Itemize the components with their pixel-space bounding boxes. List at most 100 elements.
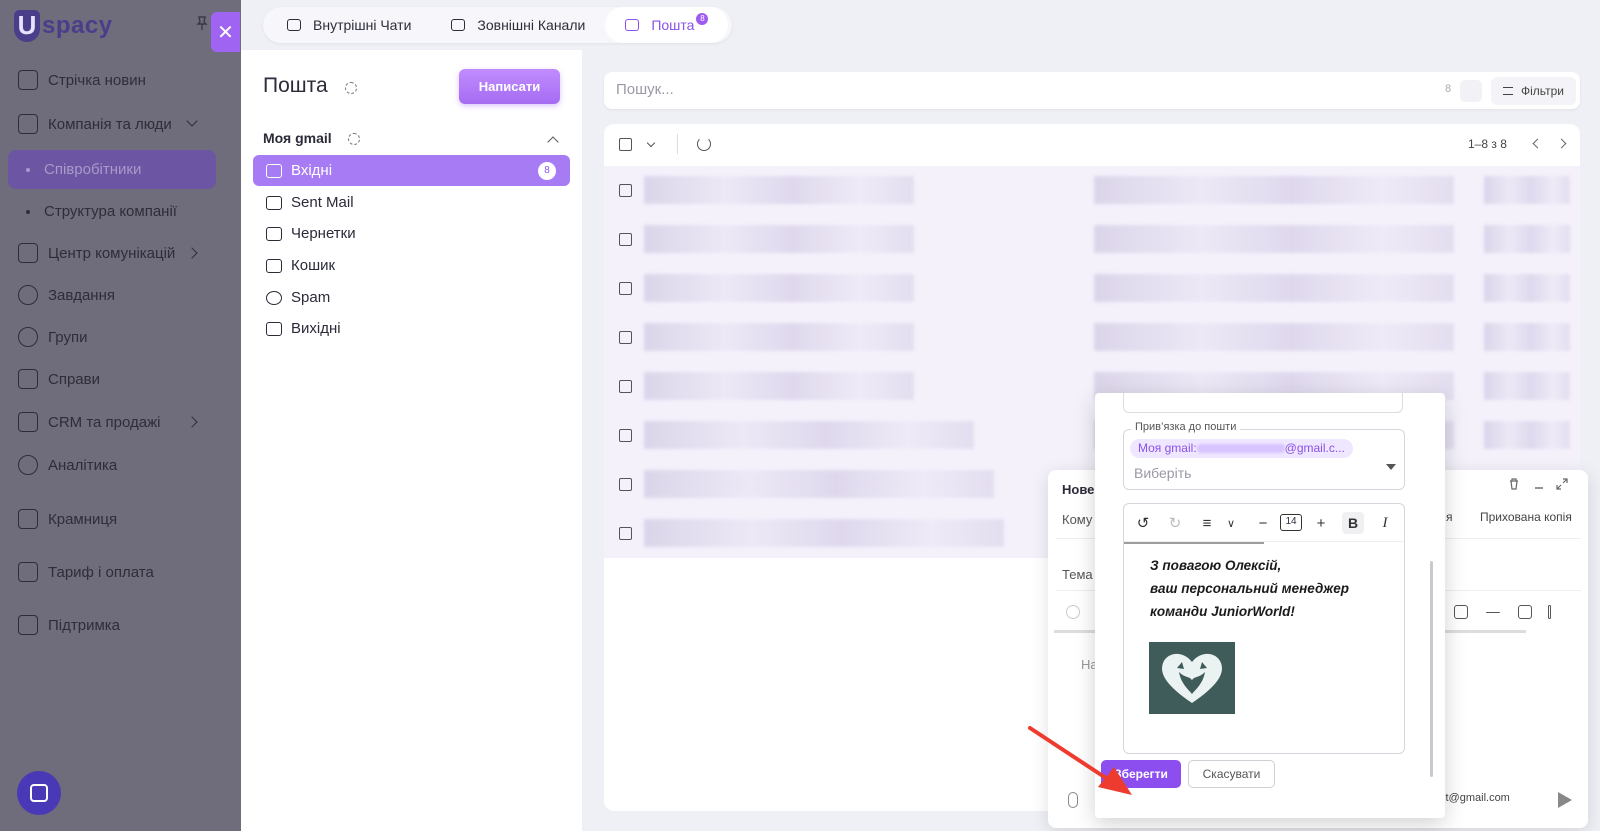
row-checkbox[interactable]	[619, 331, 632, 344]
row-checkbox[interactable]	[619, 380, 632, 393]
decrease-font-icon[interactable]: −	[1252, 512, 1274, 534]
signature-editor-modal: Моя gmail: @gmail.c... Виберіть Прив’язка…	[1095, 393, 1445, 818]
clear-format-icon[interactable]	[1518, 605, 1532, 619]
sidebar-item-tasks[interactable]: Завдання	[18, 283, 115, 307]
sidebar-item-support[interactable]: Підтримка	[18, 613, 120, 637]
send-icon[interactable]	[1558, 792, 1572, 808]
increase-font-icon[interactable]: +	[1310, 512, 1332, 534]
folder-spam[interactable]: Spam	[253, 282, 570, 313]
save-button[interactable]: Зберегти	[1101, 760, 1181, 788]
outbox-icon	[266, 321, 282, 336]
row-checkbox[interactable]	[619, 429, 632, 442]
binding-select-placeholder: Виберіть	[1134, 465, 1192, 481]
redacted-date	[1484, 274, 1570, 302]
refresh-icon[interactable]	[697, 137, 711, 151]
bold-icon[interactable]: B	[1342, 512, 1364, 534]
mail-row[interactable]	[604, 166, 1580, 215]
folder-inbox[interactable]: Вхідні 8	[253, 155, 570, 186]
sidebar-item-groups[interactable]: Групи	[18, 325, 87, 349]
row-checkbox[interactable]	[619, 233, 632, 246]
italic-icon[interactable]: I	[1374, 512, 1396, 534]
row-checkbox[interactable]	[619, 184, 632, 197]
tasks-icon	[18, 285, 38, 305]
folder-outbox[interactable]: Вихідні	[253, 313, 570, 344]
tab-external-channels[interactable]: Зовнішні Канали	[431, 7, 605, 43]
minimize-icon[interactable]	[1533, 478, 1545, 490]
mail-folders-panel: Пошта Написати Моя gmail Вхідні 8 Sent Ma…	[241, 50, 582, 831]
tab-mail[interactable]: Пошта 8	[605, 7, 729, 43]
row-checkbox[interactable]	[619, 527, 632, 540]
highlight-color-icon[interactable]	[1454, 605, 1468, 619]
bcc-link[interactable]: Прихована копія	[1480, 510, 1572, 524]
chevron-down-icon[interactable]: ∨	[1220, 512, 1242, 534]
redacted-sender	[644, 470, 994, 498]
account-settings-gear-icon[interactable]	[348, 133, 360, 145]
sender-select[interactable]: st@gmail.com	[1440, 792, 1510, 804]
sidebar-item-company[interactable]: Компанія та люди	[18, 112, 198, 136]
folder-sent[interactable]: Sent Mail	[253, 187, 570, 218]
support-chat-button[interactable]	[17, 771, 61, 815]
chevron-down-icon[interactable]	[646, 138, 656, 148]
filters-button[interactable]: Фільтри	[1491, 77, 1576, 105]
redacted-date	[1484, 323, 1570, 351]
attachment-icon[interactable]	[1068, 792, 1078, 808]
settings-gear-icon[interactable]	[345, 82, 357, 94]
app-logo[interactable]: U spacy	[14, 10, 113, 42]
chevron-left-icon[interactable]	[1532, 138, 1543, 149]
sidebar-item-store[interactable]: Крамниця	[18, 507, 117, 531]
folder-label: Кошик	[291, 257, 336, 274]
align-icon[interactable]: ≡	[1196, 512, 1218, 534]
recipient-label[interactable]: Кому	[1062, 512, 1092, 527]
mail-row[interactable]	[604, 264, 1580, 313]
compose-button[interactable]: Написати	[459, 69, 560, 104]
sidebar-item-billing[interactable]: Тариф і оплата	[18, 560, 154, 584]
undo-icon[interactable]	[1066, 605, 1080, 619]
mail-icon	[625, 19, 640, 31]
pin-icon[interactable]	[196, 16, 208, 30]
selected-mailbox-chip[interactable]: Моя gmail: @gmail.c...	[1130, 439, 1353, 458]
expand-icon[interactable]	[1556, 478, 1568, 490]
sidebar-item-structure[interactable]: Структура компанії	[8, 192, 216, 231]
sidebar-item-analytics[interactable]: Аналітика	[18, 453, 117, 477]
undo-icon[interactable]: ↺	[1132, 512, 1154, 534]
channel-tabs: Внутрішні Чати Зовнішні Канали Пошта 8	[263, 7, 733, 43]
subject-label[interactable]: Тема	[1062, 567, 1093, 582]
delete-draft-icon[interactable]	[1508, 478, 1520, 490]
modal-scrollbar[interactable]	[1430, 561, 1433, 777]
font-size-field[interactable]: 14	[1280, 514, 1302, 531]
sidebar-item-label: Стрічка новин	[48, 71, 146, 89]
sidebar-item-crm[interactable]: CRM та продажі	[18, 410, 198, 434]
mail-row[interactable]	[604, 215, 1580, 264]
sidebar-item-communications[interactable]: Центр комунікацій	[18, 241, 198, 265]
signature-logo-image[interactable]	[1149, 642, 1235, 714]
mail-row[interactable]	[604, 313, 1580, 362]
signature-rich-text-editor[interactable]: ↺ ↻ ≡ ∨ − 14 + B I З повагою Олексій, ва…	[1123, 503, 1405, 754]
support-icon	[18, 615, 38, 635]
sidebar-item-news[interactable]: Стрічка новин	[18, 68, 146, 92]
more-options-icon[interactable]	[1548, 605, 1551, 619]
redo-icon[interactable]: ↻	[1164, 512, 1186, 534]
row-checkbox[interactable]	[619, 282, 632, 295]
folder-trash[interactable]: Кошик	[253, 250, 570, 281]
clear-search-icon[interactable]	[1460, 80, 1482, 102]
select-all-checkbox[interactable]	[619, 138, 632, 151]
redacted-sender	[644, 421, 974, 449]
cancel-button[interactable]: Скасувати	[1188, 760, 1275, 788]
chevron-right-icon[interactable]	[1556, 138, 1567, 149]
strikethrough-icon[interactable]	[1486, 612, 1500, 614]
mail-account-name[interactable]: Моя gmail	[263, 130, 332, 146]
chevron-up-icon[interactable]	[547, 136, 559, 148]
signature-name-field[interactable]	[1123, 393, 1403, 413]
mail-binding-select[interactable]: Моя gmail: @gmail.c... Виберіть	[1123, 429, 1405, 490]
news-feed-icon	[18, 70, 38, 90]
sidebar-item-employees[interactable]: Співробітники	[8, 150, 216, 189]
sidebar-item-label: Групи	[48, 328, 88, 346]
folder-drafts[interactable]: Чернетки	[253, 218, 570, 249]
cc-link[interactable]: я	[1446, 510, 1453, 524]
tab-internal-chats[interactable]: Внутрішні Чати	[267, 7, 431, 43]
row-checkbox[interactable]	[619, 478, 632, 491]
signature-text[interactable]: З повагою Олексій, ваш персональний мене…	[1150, 554, 1349, 623]
search-input[interactable]	[616, 81, 1416, 98]
sidebar-item-affairs[interactable]: Справи	[18, 367, 100, 391]
close-panel-button[interactable]: ✕	[211, 12, 240, 52]
